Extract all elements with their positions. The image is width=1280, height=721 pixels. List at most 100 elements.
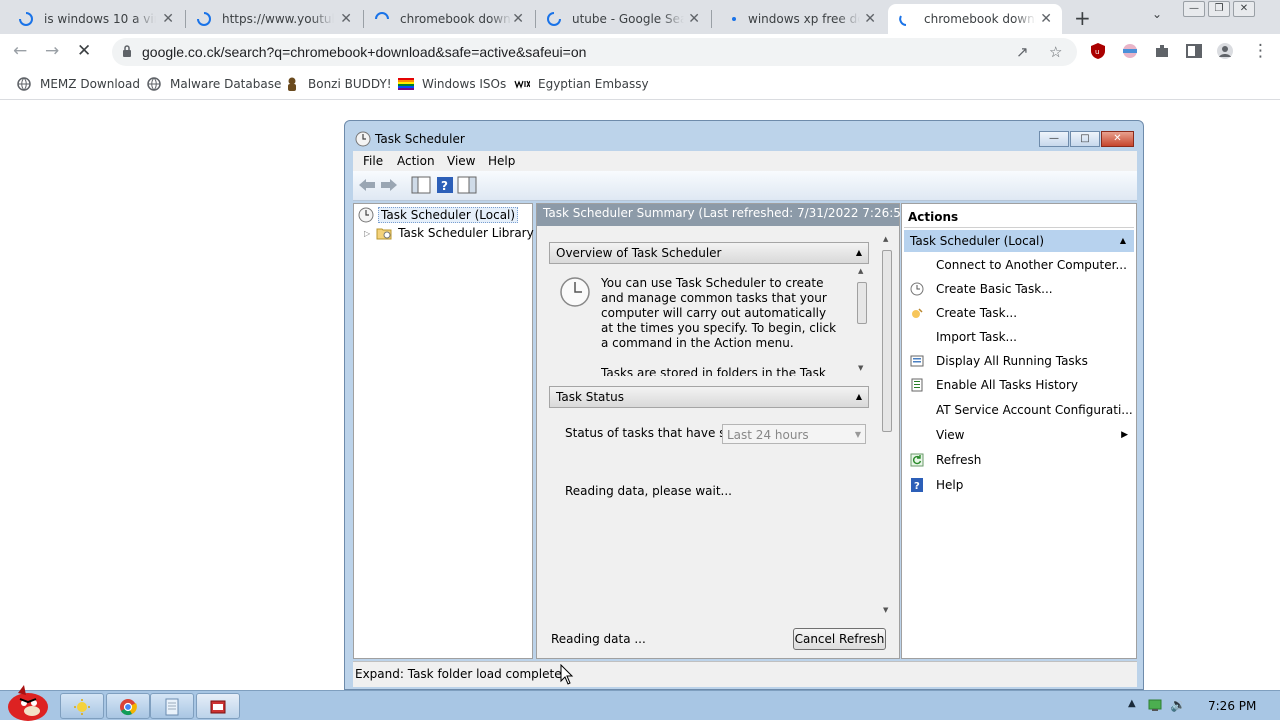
action-import-task[interactable]: Import Task...: [904, 326, 1134, 348]
show-hide-console-tree-icon[interactable]: [411, 176, 431, 194]
action-label: Connect to Another Computer...: [936, 258, 1127, 272]
window-close-button[interactable]: ✕: [1101, 131, 1134, 147]
tab-close-icon[interactable]: ✕: [864, 11, 876, 27]
show-hidden-icons-icon[interactable]: ▲: [1128, 698, 1136, 709]
browser-close-button[interactable]: ✕: [1233, 1, 1255, 17]
bookmark-memz-download[interactable]: MEMZ Download: [16, 76, 140, 92]
start-button-angry-bird-icon[interactable]: [4, 683, 52, 721]
share-icon[interactable]: ↗: [1016, 43, 1029, 61]
stop-loading-icon[interactable]: ✕: [77, 41, 91, 61]
bookmark-label: Egyptian Embassy: [538, 77, 649, 91]
url-text[interactable]: google.co.ck/search?q=chromebook+downloa…: [142, 44, 586, 60]
side-panel-icon[interactable]: [1185, 42, 1203, 60]
time-range-dropdown[interactable]: Last 24 hours ▼: [722, 424, 866, 444]
menu-help[interactable]: Help: [488, 154, 515, 168]
ublock-origin-icon[interactable]: u: [1089, 42, 1107, 60]
extensions-puzzle-icon[interactable]: [1153, 42, 1171, 60]
browser-minimize-button[interactable]: —: [1183, 1, 1205, 17]
taskbar-explorer-button[interactable]: [60, 693, 104, 719]
tab-youtube[interactable]: https://www.youtube. ✕: [186, 4, 362, 34]
window-minimize-button[interactable]: —: [1039, 131, 1069, 147]
help-icon[interactable]: ?: [435, 176, 455, 194]
menu-file[interactable]: File: [363, 154, 383, 168]
window-title-bar[interactable]: Task Scheduler — □ ✕: [345, 121, 1143, 151]
tab-windows-xp-free-download[interactable]: windows xp free dov ✕: [712, 4, 886, 34]
action-display-all-running-tasks[interactable]: Display All Running Tasks: [904, 350, 1134, 372]
action-view-submenu[interactable]: View ▶: [904, 424, 1134, 446]
menu-action[interactable]: Action: [397, 154, 435, 168]
expand-triangle-icon[interactable]: ▷: [364, 229, 370, 238]
action-label: Help: [936, 478, 964, 492]
scroll-up-arrow-icon[interactable]: ▲: [883, 235, 888, 243]
svg-text:?: ?: [914, 481, 920, 492]
action-create-task[interactable]: Create Task...: [904, 302, 1134, 324]
cancel-refresh-button[interactable]: Cancel Refresh: [793, 628, 886, 650]
window-maximize-button[interactable]: □: [1070, 131, 1100, 147]
tab-windows10-virus[interactable]: is windows 10 a virus ✕: [8, 4, 184, 34]
more-menu-icon[interactable]: ⋮: [1252, 41, 1269, 61]
tab-close-icon[interactable]: ✕: [162, 11, 174, 27]
task-status-title: Task Status: [556, 390, 624, 404]
action-refresh[interactable]: Refresh: [904, 449, 1134, 471]
forward-arrow-icon[interactable]: [379, 176, 399, 194]
taskbar-notepad-button[interactable]: [150, 693, 194, 719]
tree-item-task-scheduler-library[interactable]: ▷ Task Scheduler Library: [364, 225, 534, 241]
network-icon[interactable]: [1148, 698, 1162, 712]
tab-close-icon[interactable]: ✕: [688, 11, 700, 27]
bonzi-gorilla-icon: [288, 77, 296, 91]
bookmark-windows-isos[interactable]: Windows ISOs: [398, 76, 506, 92]
tab-utube-google-search[interactable]: utube - Google Sear ✕: [536, 4, 710, 34]
action-enable-all-tasks-history[interactable]: Enable All Tasks History: [904, 374, 1134, 396]
back-arrow-icon[interactable]: ←: [13, 41, 27, 61]
tab-chromebook-download-active[interactable]: chromebook downlc ✕: [888, 4, 1062, 34]
action-connect-to-another-computer[interactable]: Connect to Another Computer...: [904, 254, 1134, 276]
overview-scrollbar[interactable]: ▲ ▼: [855, 266, 869, 372]
wix-logo-icon: [514, 80, 530, 89]
bookmark-bonzi-buddy[interactable]: Bonzi BUDDY!: [284, 76, 392, 92]
action-help[interactable]: ? Help: [904, 474, 1134, 496]
bookmark-star-icon[interactable]: ☆: [1049, 43, 1062, 61]
forward-arrow-icon[interactable]: →: [45, 41, 59, 61]
tab-close-icon[interactable]: ✕: [1040, 11, 1052, 27]
volume-icon[interactable]: 🔉: [1170, 698, 1186, 713]
overview-header[interactable]: Overview of Task Scheduler ▲: [549, 242, 869, 264]
task-scheduler-window: Task Scheduler — □ ✕ File Action View He…: [344, 120, 1144, 690]
scroll-thumb[interactable]: [857, 282, 867, 324]
taskbar-task-scheduler-button[interactable]: [196, 693, 240, 719]
tab-chromebook-download-1[interactable]: chromebook downlo ✕: [364, 4, 534, 34]
bookmark-malware-database[interactable]: Malware Database: [146, 76, 281, 92]
scroll-down-arrow-icon[interactable]: ▼: [883, 606, 888, 614]
task-status-header[interactable]: Task Status ▲: [549, 386, 869, 408]
collapse-caret-icon[interactable]: ▲: [856, 392, 862, 401]
bookmark-egyptian-embassy[interactable]: Egyptian Embassy: [514, 76, 649, 92]
taskbar-chrome-button[interactable]: [106, 693, 150, 719]
browser-restore-button[interactable]: ❐: [1208, 1, 1230, 17]
scroll-down-arrow-icon[interactable]: ▼: [858, 364, 863, 372]
menu-view[interactable]: View: [447, 154, 475, 168]
extension-globe-icon[interactable]: [1121, 42, 1139, 60]
running-tasks-icon: [910, 355, 924, 367]
collapse-caret-icon[interactable]: ▲: [1120, 236, 1126, 245]
tab-close-icon[interactable]: ✕: [512, 11, 524, 27]
back-arrow-icon[interactable]: [357, 176, 377, 194]
profile-avatar-icon[interactable]: [1216, 42, 1234, 60]
tab-search-chevron-icon[interactable]: ⌄: [1152, 7, 1162, 21]
actions-group-title: Task Scheduler (Local): [910, 234, 1045, 248]
new-tab-button[interactable]: +: [1074, 6, 1091, 30]
globe-icon: [17, 77, 31, 91]
action-create-basic-task[interactable]: Create Basic Task...: [904, 278, 1134, 300]
tab-close-icon[interactable]: ✕: [340, 11, 352, 27]
clock-icon: [355, 131, 371, 147]
actions-group-header[interactable]: Task Scheduler (Local) ▲: [904, 230, 1134, 252]
address-bar[interactable]: google.co.ck/search?q=chromebook+downloa…: [112, 38, 1077, 66]
taskbar-clock[interactable]: 7:26 PM: [1208, 699, 1256, 713]
globe-icon: [147, 77, 161, 91]
help-icon: ?: [911, 478, 923, 492]
tree-item-task-scheduler-local[interactable]: Task Scheduler (Local): [358, 207, 519, 223]
show-hide-action-pane-icon[interactable]: [457, 176, 477, 194]
collapse-caret-icon[interactable]: ▲: [856, 248, 862, 257]
scroll-up-arrow-icon[interactable]: ▲: [858, 267, 863, 275]
action-at-service-account-configuration[interactable]: AT Service Account Configurati...: [904, 399, 1134, 421]
scroll-thumb[interactable]: [882, 250, 892, 432]
summary-scrollbar[interactable]: ▲ ▼: [880, 234, 894, 614]
